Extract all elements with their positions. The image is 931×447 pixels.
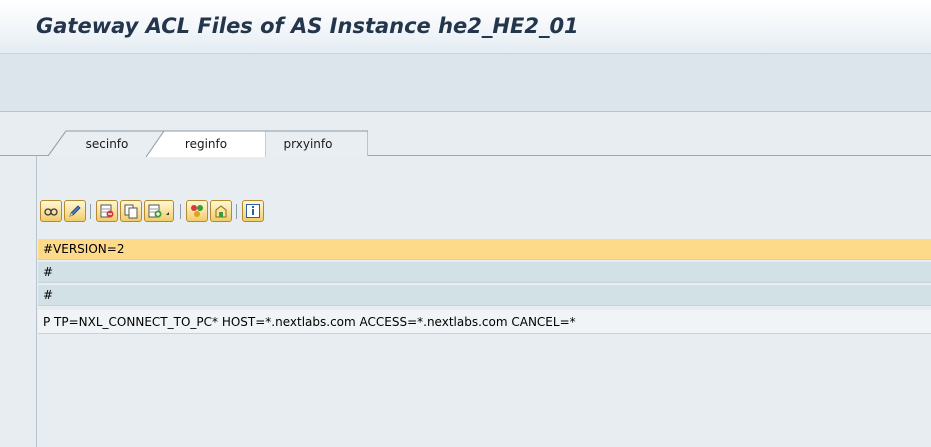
page-title: Gateway ACL Files of AS Instance he2_HE2…: [36, 14, 579, 38]
delete-row-button[interactable]: [96, 200, 118, 222]
title-bar: Gateway ACL Files of AS Instance he2_HE2…: [0, 0, 931, 54]
activate-button[interactable]: [210, 200, 232, 222]
application-toolbar: [0, 54, 931, 112]
activate-icon: [215, 205, 227, 218]
text-line[interactable]: P TP=NXL_CONNECT_TO_PC* HOST=*.nextlabs.…: [38, 310, 931, 334]
check-icon: [191, 205, 203, 217]
display-button[interactable]: [40, 200, 62, 222]
edit-pencil-icon: [69, 205, 81, 217]
delete-row-icon: [100, 204, 114, 218]
copy-row-button[interactable]: [120, 200, 142, 222]
text-line[interactable]: #: [38, 262, 931, 283]
tab-reginfo[interactable]: reginfo: [146, 130, 266, 157]
tab-label: prxyinfo: [283, 137, 333, 151]
text-line[interactable]: #VERSION=2: [38, 239, 931, 260]
tab-label: secinfo: [85, 137, 129, 151]
toolbar-separator: [236, 204, 237, 219]
toolbar-separator: [90, 204, 91, 219]
info-button[interactable]: [242, 200, 264, 222]
display-icon: [44, 208, 58, 216]
tab-prxyinfo[interactable]: prxyinfo: [248, 130, 368, 156]
text-line[interactable]: #: [38, 285, 931, 306]
edit-button[interactable]: [64, 200, 86, 222]
tab-label: reginfo: [184, 137, 228, 151]
editor-empty-area[interactable]: [38, 357, 931, 447]
check-button[interactable]: [186, 200, 208, 222]
info-icon: [246, 204, 260, 218]
copy-row-icon: [124, 204, 138, 219]
insert-row-dropdown-icon: [148, 204, 169, 218]
toolbar-separator: [180, 204, 181, 219]
insert-row-button[interactable]: [144, 200, 174, 222]
